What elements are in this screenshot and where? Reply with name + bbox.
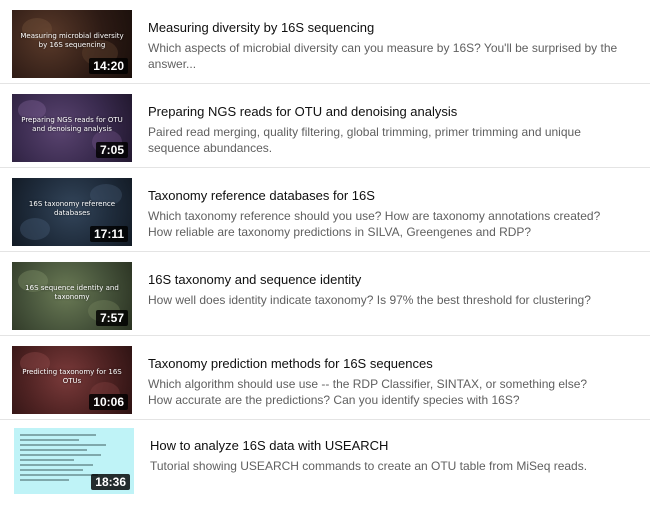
video-description: How well does identity indicate taxonomy… [148, 292, 628, 308]
video-item[interactable]: 16S sequence identity and taxonomy 7:57 … [0, 252, 650, 336]
description-line: How well does identity indicate taxonomy… [148, 293, 591, 307]
description-line: How reliable are taxonomy predictions in… [148, 225, 532, 239]
description-line: Which taxonomy reference should you use?… [148, 209, 601, 223]
video-item[interactable]: Predicting taxonomy for 16S OTUs 10:06 T… [0, 336, 650, 420]
thumbnail-caption: Measuring microbial diversity by 16S seq… [20, 32, 124, 49]
duration-badge: 7:57 [95, 310, 128, 326]
duration-badge: 17:11 [89, 226, 128, 242]
duration-badge: 14:20 [89, 58, 128, 74]
video-title[interactable]: Preparing NGS reads for OTU and denoisin… [148, 104, 457, 119]
video-description: Paired read merging, quality filtering, … [148, 124, 628, 156]
description-line: Which algorithm should use use -- the RD… [148, 377, 588, 391]
video-thumbnail[interactable]: 16S sequence identity and taxonomy 7:57 [12, 262, 132, 330]
description-line: How accurate are the predictions? Can yo… [148, 393, 520, 407]
video-title[interactable]: 16S taxonomy and sequence identity [148, 272, 361, 287]
video-description: Which aspects of microbial diversity can… [148, 40, 628, 72]
video-item[interactable]: Preparing NGS reads for OTU and denoisin… [0, 84, 650, 168]
duration-badge: 7:05 [95, 142, 128, 158]
video-item[interactable]: 18:36 How to analyze 16S data with USEAR… [0, 420, 650, 504]
video-description: Which taxonomy reference should you use?… [148, 208, 628, 240]
video-thumbnail[interactable]: 16S taxonomy reference databases 17:11 [12, 178, 132, 246]
thumbnail-caption: 16S sequence identity and taxonomy [25, 284, 119, 301]
video-thumbnail[interactable]: Predicting taxonomy for 16S OTUs 10:06 [12, 346, 132, 414]
video-thumbnail[interactable]: Preparing NGS reads for OTU and denoisin… [12, 94, 132, 162]
description-line: sequence abundances. [148, 141, 273, 155]
video-title[interactable]: Taxonomy prediction methods for 16S sequ… [148, 356, 433, 371]
thumbnail-caption: Preparing NGS reads for OTU and denoisin… [21, 116, 123, 133]
description-line: Which aspects of microbial diversity can… [148, 41, 618, 55]
description-line: answer... [148, 57, 197, 71]
video-title[interactable]: Taxonomy reference databases for 16S [148, 188, 375, 203]
duration-badge: 18:36 [91, 474, 130, 490]
duration-badge: 10:06 [89, 394, 128, 410]
video-item[interactable]: 16S taxonomy reference databases 17:11 T… [0, 168, 650, 252]
thumbnail-caption: 16S taxonomy reference databases [28, 200, 116, 217]
video-item[interactable]: Measuring microbial diversity by 16S seq… [0, 0, 650, 84]
video-description: Which algorithm should use use -- the RD… [148, 376, 628, 408]
video-thumbnail[interactable]: Measuring microbial diversity by 16S seq… [12, 10, 132, 78]
description-line: Tutorial showing USEARCH commands to cre… [150, 459, 588, 473]
description-line: Paired read merging, quality filtering, … [148, 125, 581, 139]
thumbnail-caption: Predicting taxonomy for 16S OTUs [22, 368, 122, 385]
video-description: Tutorial showing USEARCH commands to cre… [150, 458, 630, 474]
video-thumbnail[interactable]: 18:36 [14, 428, 134, 494]
video-title[interactable]: How to analyze 16S data with USEARCH [150, 438, 388, 453]
video-title[interactable]: Measuring diversity by 16S sequencing [148, 20, 374, 35]
